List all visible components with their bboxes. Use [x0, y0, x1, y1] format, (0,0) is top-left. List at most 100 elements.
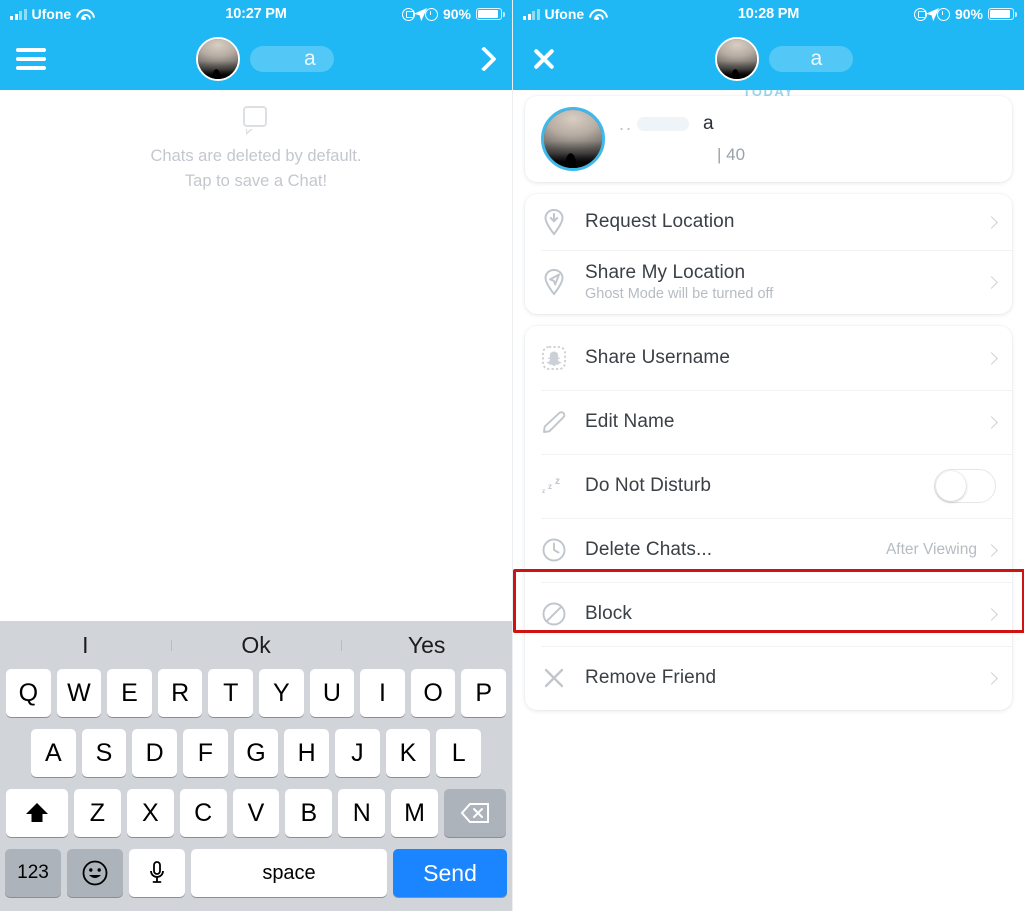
block-icon: [541, 601, 585, 627]
left-panel-chat-screen: Ufone 10:27 PM 90% a Chats are deleted b…: [0, 0, 512, 911]
pencil-edit-icon: [541, 409, 585, 435]
status-bar-right-group: 90%: [913, 6, 1017, 22]
snapscore-label: | 40: [717, 145, 746, 164]
key-i[interactable]: I: [360, 669, 405, 717]
menu-item-edit-name[interactable]: Edit Name: [525, 390, 1012, 454]
status-bar-right: Ufone 10:28 PM 90%: [513, 0, 1024, 28]
key-t[interactable]: T: [208, 669, 253, 717]
menu-item-request-location[interactable]: Request Location: [525, 194, 1012, 250]
nav-title-group: a: [0, 37, 512, 81]
space-key[interactable]: space: [191, 849, 387, 897]
key-e[interactable]: E: [107, 669, 152, 717]
redacted-name-block: [768, 46, 853, 72]
menu-item-title: Share Username: [585, 347, 731, 368]
avatar[interactable]: [714, 37, 759, 81]
key-g[interactable]: G: [233, 729, 279, 777]
menu-item-label: Share Username: [585, 347, 987, 369]
close-x-icon[interactable]: [529, 44, 559, 74]
avatar[interactable]: [541, 107, 605, 171]
key-d[interactable]: D: [132, 729, 177, 777]
microphone-icon[interactable]: [129, 849, 185, 897]
avatar[interactable]: [196, 37, 241, 81]
key-p[interactable]: P: [461, 669, 506, 717]
key-f[interactable]: F: [183, 729, 228, 777]
menu-item-title: Do Not Disturb: [585, 475, 711, 496]
do-not-disturb-toggle[interactable]: [934, 469, 996, 503]
send-button[interactable]: Send: [393, 849, 507, 897]
menu-item-share-my-location[interactable]: Share My Location Ghost Mode will be tur…: [525, 250, 1012, 314]
chevron-right-icon: [985, 607, 998, 621]
prediction-0[interactable]: I: [0, 632, 171, 659]
key-a[interactable]: A: [30, 729, 76, 777]
profile-card[interactable]: .. a | 40: [525, 96, 1012, 182]
menu-item-label: Block: [585, 603, 987, 625]
key-j[interactable]: J: [335, 729, 380, 777]
key-w[interactable]: W: [56, 669, 102, 717]
menu-item-do-not-disturb[interactable]: z z z Do Not Disturb: [525, 454, 1012, 518]
chevron-right-icon: [985, 415, 998, 429]
nav-title-group: a: [513, 37, 1024, 81]
chevron-right-icon[interactable]: [470, 46, 496, 72]
hamburger-menu-icon[interactable]: [16, 48, 46, 70]
alarm-clock-icon: [936, 7, 950, 21]
battery-icon: [988, 8, 1017, 20]
menu-item-label: Edit Name: [585, 411, 987, 433]
keyboard-row-4: 123 space Send: [0, 849, 512, 911]
key-k[interactable]: K: [385, 729, 431, 777]
key-u[interactable]: U: [309, 669, 355, 717]
key-v[interactable]: V: [232, 789, 280, 837]
profile-name-label: a: [703, 113, 714, 134]
shift-arrow-icon[interactable]: [6, 789, 68, 837]
chevron-right-icon: [985, 215, 998, 229]
key-o[interactable]: O: [410, 669, 456, 717]
emoji-keyboard-icon[interactable]: [67, 849, 123, 897]
menu-item-remove-friend[interactable]: Remove Friend: [525, 646, 1012, 710]
menu-item-subtitle: Ghost Mode will be turned off: [585, 286, 774, 302]
menu-item-title: Remove Friend: [585, 667, 717, 688]
share-location-icon: [541, 267, 585, 297]
redacted-name-block: [250, 46, 335, 72]
alarm-clock-icon: [424, 7, 438, 21]
redacted-name-block: [637, 117, 690, 131]
battery-percent-label: 90%: [442, 6, 471, 22]
chat-empty-line-1: Chats are deleted by default.: [150, 147, 362, 165]
prediction-2[interactable]: Yes: [341, 632, 512, 659]
backspace-icon[interactable]: [444, 789, 507, 837]
key-l[interactable]: L: [436, 729, 482, 777]
key-z[interactable]: Z: [74, 789, 121, 837]
friend-actions-card: Share Username Edit Name z z z Do Not Di…: [525, 326, 1012, 710]
key-x[interactable]: X: [126, 789, 174, 837]
menu-item-title: Edit Name: [585, 411, 675, 432]
keyboard-row-3: Z X C V B N M: [0, 789, 512, 849]
on-screen-keyboard: I Ok Yes Q W E R T Y U I O P A S D F G H…: [0, 621, 512, 911]
key-s[interactable]: S: [81, 729, 127, 777]
key-y[interactable]: Y: [259, 669, 304, 717]
friend-name-label: a: [810, 47, 823, 70]
key-q[interactable]: Q: [6, 669, 51, 717]
prediction-1[interactable]: Ok: [170, 632, 342, 659]
chat-empty-state: Chats are deleted by default. Tap to sav…: [0, 90, 512, 194]
keyboard-row-2: A S D F G H J K L: [0, 729, 512, 789]
key-r[interactable]: R: [157, 669, 203, 717]
numbers-key[interactable]: 123: [5, 849, 61, 897]
key-m[interactable]: M: [391, 789, 439, 837]
menu-item-label: Request Location: [585, 211, 987, 233]
menu-item-title: Request Location: [585, 211, 735, 232]
key-c[interactable]: C: [179, 789, 227, 837]
menu-item-title: Delete Chats...: [585, 539, 713, 560]
nav-left-group: [16, 48, 62, 70]
chevron-right-icon: [985, 351, 998, 365]
key-b[interactable]: B: [285, 789, 333, 837]
menu-item-delete-chats[interactable]: Delete Chats... After Viewing: [525, 518, 1012, 582]
delete-chats-value: After Viewing: [885, 541, 977, 558]
key-n[interactable]: N: [338, 789, 386, 837]
chat-empty-line-2: Tap to save a Chat!: [184, 172, 328, 190]
do-not-disturb-zzz-icon: z z z: [541, 473, 585, 499]
menu-item-block[interactable]: Block: [525, 582, 1012, 646]
key-h[interactable]: H: [284, 729, 330, 777]
chevron-right-icon: [985, 275, 998, 289]
nav-left-group: [529, 44, 575, 74]
menu-item-label: Do Not Disturb: [585, 475, 934, 497]
snapchat-ghost-icon: [541, 345, 585, 371]
menu-item-share-username[interactable]: Share Username: [525, 326, 1012, 390]
